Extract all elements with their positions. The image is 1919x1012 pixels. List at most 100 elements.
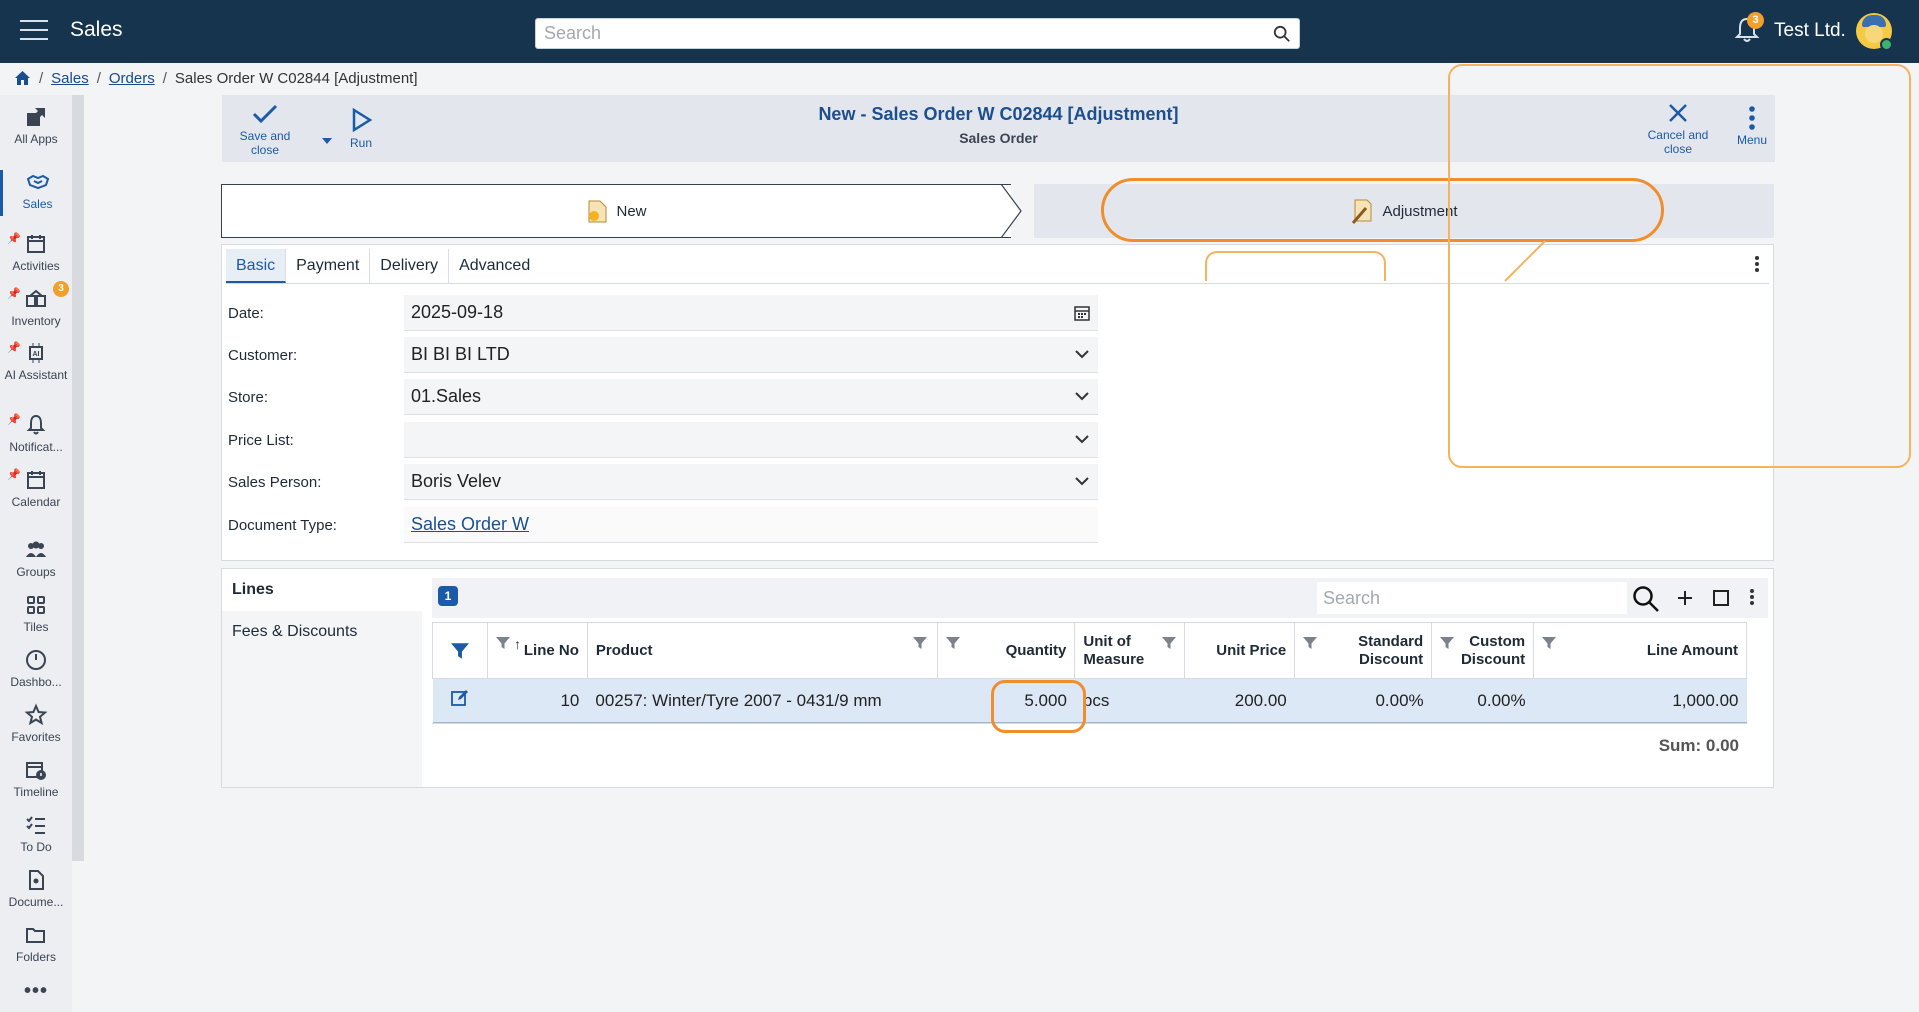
document-type-link[interactable]: Sales Order W — [411, 514, 529, 534]
price-list-row: Price List: — [228, 421, 1098, 459]
breadcrumb-sales-link[interactable]: Sales — [51, 70, 89, 87]
cell-unit-price[interactable]: 200.00 — [1184, 678, 1295, 723]
sales-person-select[interactable]: Boris Velev — [404, 464, 1098, 500]
search-icon[interactable] — [1273, 25, 1291, 43]
sidebar-item-todo[interactable]: To Do — [0, 813, 72, 854]
sidebar-item-inventory[interactable]: 📌 3 Inventory — [0, 281, 72, 328]
filter-icon[interactable] — [495, 636, 510, 650]
add-icon[interactable] — [1677, 590, 1693, 606]
gauge-icon — [26, 650, 46, 670]
sidebar-item-timeline[interactable]: Timeline — [0, 758, 72, 799]
callout-connector — [1504, 240, 1546, 282]
filter-icon — [450, 642, 469, 659]
document-type-label: Document Type: — [228, 517, 337, 534]
checklist-icon — [26, 816, 45, 834]
inventory-count-badge: 3 — [53, 281, 69, 297]
price-list-select[interactable] — [404, 422, 1098, 458]
column-line-no[interactable]: ↑ Line No — [486, 622, 588, 679]
column-line-amount[interactable]: Line Amount — [1533, 622, 1747, 679]
global-search-input[interactable] — [544, 19, 1244, 48]
menu-button[interactable]: Menu — [1732, 106, 1772, 147]
notification-count-badge: 3 — [1747, 12, 1764, 29]
hamburger-menu-icon[interactable] — [20, 20, 48, 42]
sidebar-item-favorites[interactable]: Favorites — [0, 703, 72, 744]
customer-select[interactable]: BI BI BI LTD — [404, 337, 1098, 373]
nav-fees-discounts[interactable]: Fees & Discounts — [222, 611, 422, 653]
chevron-down-icon — [1075, 477, 1089, 486]
sidebar-item-calendar[interactable]: 📌 Calendar — [0, 468, 72, 509]
calendar-clock-icon — [26, 762, 46, 780]
sidebar-item-folders[interactable]: Folders — [0, 923, 72, 964]
column-custom-discount[interactable]: Custom Discount — [1431, 622, 1535, 679]
sort-ascending-icon[interactable]: ↑ — [514, 635, 521, 653]
cell-quantity[interactable]: 5.000 — [937, 678, 1075, 723]
column-product[interactable]: Product — [586, 622, 938, 679]
tab-basic[interactable]: Basic — [226, 249, 287, 283]
home-icon[interactable] — [14, 70, 31, 86]
search-icon[interactable] — [1632, 585, 1660, 613]
close-icon — [1669, 104, 1687, 122]
folder-open-icon — [26, 928, 45, 943]
edit-row-icon[interactable] — [451, 689, 469, 707]
store-select[interactable]: 01.Sales — [404, 379, 1098, 415]
bell-icon — [26, 414, 46, 435]
customer-row: Customer: BI BI BI LTD — [228, 336, 1098, 374]
select-all-icon[interactable] — [1713, 590, 1729, 606]
date-field[interactable]: 2025-09-18 — [404, 295, 1098, 331]
stage-stepper: New Adjustment — [221, 184, 1774, 238]
stage-new[interactable]: New — [221, 184, 1011, 238]
filter-toggle-header[interactable] — [432, 622, 488, 679]
calendar-picker-icon[interactable] — [1073, 304, 1091, 322]
filter-icon[interactable] — [1303, 636, 1318, 650]
sidebar-scrollbar[interactable] — [72, 95, 84, 861]
tab-delivery[interactable]: Delivery — [370, 249, 450, 283]
svg-text:AI: AI — [33, 351, 40, 358]
tab-payment[interactable]: Payment — [286, 249, 371, 283]
tab-advanced[interactable]: Advanced — [449, 249, 540, 283]
filter-icon[interactable] — [945, 636, 960, 650]
company-name[interactable]: Test Ltd. — [1774, 20, 1846, 42]
sidebar-item-tiles[interactable]: Tiles — [0, 593, 72, 634]
chevron-down-icon — [1075, 350, 1089, 359]
filter-icon[interactable] — [1440, 636, 1455, 650]
sidebar-item-sales[interactable]: Sales — [0, 170, 72, 216]
column-standard-discount[interactable]: Standard Discount — [1294, 622, 1433, 679]
sales-person-label: Sales Person: — [228, 474, 322, 491]
nav-lines[interactable]: Lines — [222, 569, 422, 611]
sidebar-item-ai-assistant[interactable]: 📌 AI AI Assistant — [0, 341, 72, 382]
store-label: Store: — [228, 389, 269, 406]
filter-icon[interactable] — [1542, 636, 1557, 650]
table-row[interactable]: 10 00257: Winter/Tyre 2007 - 0431/9 mm 5… — [432, 678, 1747, 723]
sidebar-item-groups[interactable]: Groups — [0, 538, 72, 579]
filter-icon[interactable] — [912, 636, 927, 650]
document-type-row: Document Type: Sales Order W — [228, 506, 1098, 544]
app-title: Sales — [70, 18, 123, 41]
pin-icon: 📌 — [7, 469, 21, 481]
column-unit-of-measure[interactable]: Unit of Measure — [1074, 622, 1186, 679]
column-quantity[interactable]: Quantity — [936, 622, 1076, 679]
cell-product[interactable]: 00257: Winter/Tyre 2007 - 0431/9 mm — [587, 678, 937, 723]
form-options-icon[interactable] — [1749, 254, 1765, 276]
sidebar-item-all-apps[interactable]: All Apps — [0, 105, 72, 146]
grid-search-input[interactable] — [1317, 582, 1607, 614]
more-dots-icon[interactable]: ••• — [0, 980, 72, 1003]
sidebar-item-documents[interactable]: Docume... — [0, 868, 72, 909]
grid-options-icon[interactable] — [1744, 587, 1760, 609]
boxes-icon — [26, 289, 46, 307]
cancel-and-close-button[interactable]: Cancel and close — [1646, 101, 1710, 156]
stage-adjustment[interactable]: Adjustment — [1034, 184, 1774, 238]
cell-unit-of-measure[interactable]: pcs — [1074, 678, 1185, 723]
cell-custom-discount[interactable]: 0.00% — [1431, 678, 1534, 723]
pin-icon: 📌 — [7, 414, 21, 426]
filter-icon[interactable] — [1162, 636, 1177, 650]
column-unit-price[interactable]: Unit Price — [1184, 622, 1296, 679]
chevron-down-icon — [1075, 435, 1089, 444]
breadcrumb-orders-link[interactable]: Orders — [109, 70, 155, 87]
sidebar-item-activities[interactable]: 📌 Activities — [0, 232, 72, 273]
sidebar-item-notifications[interactable]: 📌 Notificat... — [0, 413, 72, 454]
lines-panel: Lines Fees & Discounts 1 ↑ — [221, 568, 1774, 788]
sales-person-row: Sales Person: Boris Velev — [228, 463, 1098, 501]
breadcrumb-current: Sales Order W C02844 [Adjustment] — [174, 69, 418, 87]
sidebar-item-dashboards[interactable]: Dashbo... — [0, 648, 72, 689]
calendar-icon — [27, 471, 45, 489]
